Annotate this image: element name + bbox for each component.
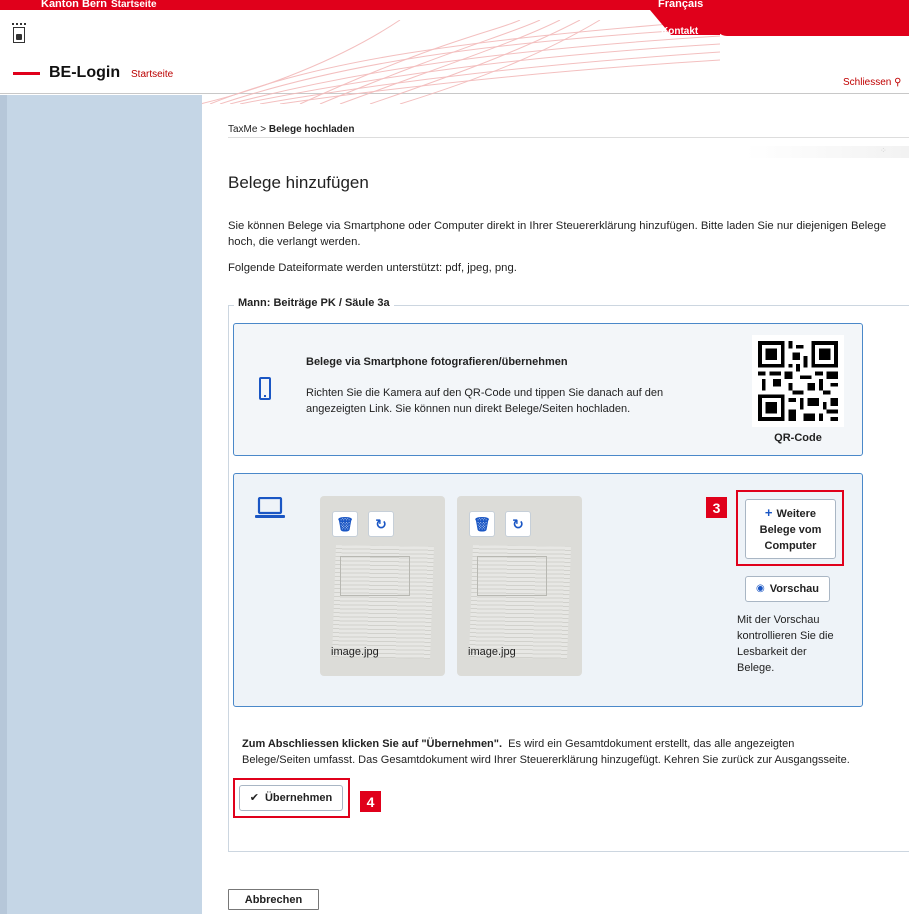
file-thumbnail[interactable]: 🗑 ↻ image.jpg [320,496,445,676]
breadcrumb-root[interactable]: TaxMe [228,124,257,135]
rotate-icon: ↻ [375,515,387,532]
step-badge-3: 3 [706,497,727,518]
apply-label: Übernehmen [264,792,333,804]
header-startseite-link[interactable]: Startseite [131,69,173,80]
delete-button[interactable]: 🗑 [332,511,358,537]
breadcrumb: TaxMe > Belege hochladen [228,124,354,135]
breadcrumb-divider [228,137,909,138]
file-name: image.jpg [331,646,379,658]
close-link[interactable]: Schliessen ⚲ [843,77,901,88]
brand-redline [13,72,40,75]
fieldset-legend: Mann: Beiträge PK / Säule 3a [234,297,394,309]
language-link[interactable]: Français [658,0,703,10]
plus-icon: + [764,504,773,520]
document-preview-box [477,556,547,596]
finish-bold: Zum Abschliessen klicken Sie auf "Überne… [242,738,503,750]
formats-text: Folgende Dateiformate werden unterstützt… [228,262,517,274]
smartphone-title: Belege via Smartphone fotografieren/über… [306,356,568,368]
contact-tab-bg [715,10,909,36]
smartphone-text: Richten Sie die Kamera auf den QR-Code u… [306,387,664,415]
user-icon: ⚲ [894,77,902,88]
qr-code[interactable] [752,335,844,427]
preview-hint: Mit der Vorschau kontrollieren Sie die L… [737,614,834,674]
contact-link[interactable]: Kontakt [661,26,698,37]
file-name: image.jpg [468,646,516,658]
step-badge-4: 4 [360,791,381,812]
intro-text: Sie können Belege via Smartphone oder Co… [228,220,887,248]
file-thumbnail[interactable]: 🗑 ↻ image.jpg [457,496,582,676]
app-title: BE-Login [49,64,121,81]
laptop-icon [255,497,285,518]
header-swoosh-decoration [200,20,720,104]
sidebar [0,95,202,914]
finish-text: Zum Abschliessen klicken Sie auf "Überne… [242,736,852,768]
eye-icon: ◉ [755,583,765,594]
rotate-button[interactable]: ↻ [368,511,394,537]
top-startseite-link[interactable]: Startseite [111,0,157,10]
apply-button[interactable]: ✔ Übernehmen [239,785,343,811]
trash-icon: 🗑 [473,515,491,532]
page-title: Belege hinzufügen [228,173,369,192]
canton-link[interactable]: Kanton Bern Startseite [41,0,157,10]
smartphone-icon [259,377,271,400]
spinner-icon: ⁘ [880,146,887,155]
breadcrumb-current: Belege hochladen [268,124,355,135]
add-files-button[interactable]: + Weitere Belege vom Computer [745,499,836,559]
rotate-icon: ↻ [512,515,524,532]
cancel-button[interactable]: Abbrechen [228,889,319,910]
check-icon: ✔ [249,792,259,804]
qr-code-label: QR-Code [774,432,822,444]
rotate-button[interactable]: ↻ [505,511,531,537]
breadcrumb-separator: > [260,124,267,135]
preview-label: Vorschau [769,583,820,595]
delete-button[interactable]: 🗑 [469,511,495,537]
top-bar: Kanton Bern Startseite Français [0,0,909,10]
preview-button[interactable]: ◉ Vorschau [745,576,830,602]
qr-code-icon [758,341,838,421]
bern-crest-icon [13,27,25,43]
trash-icon: 🗑 [336,515,354,532]
sidebar-edge [0,95,7,914]
document-preview-box [340,556,410,596]
